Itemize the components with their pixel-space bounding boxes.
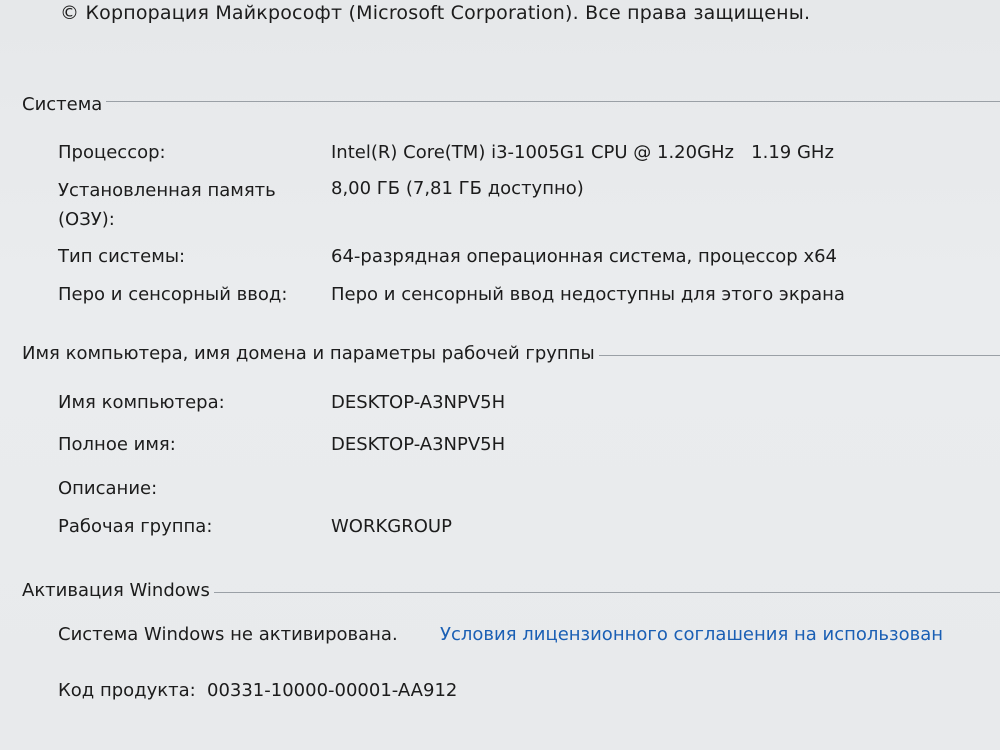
computer-section-header: Имя компьютера, имя домена и параметры р… [22, 343, 1000, 364]
system-type-label: Тип системы: [58, 246, 186, 267]
section-divider [106, 101, 1000, 102]
activation-section-header: Активация Windows [22, 580, 1000, 601]
memory-label: Установленная память (ОЗУ): [58, 176, 276, 234]
copyright-text: © Корпорация Майкрософт (Microsoft Corpo… [60, 2, 811, 24]
processor-label: Процессор: [58, 142, 166, 163]
full-name-value: DESKTOP-A3NPV5H [331, 434, 506, 455]
pen-touch-label: Перо и сенсорный ввод: [58, 284, 288, 305]
pen-touch-value: Перо и сенсорный ввод недоступны для это… [331, 284, 845, 305]
memory-label-line2: (ОЗУ): [58, 209, 115, 230]
activation-status-text: Система Windows не активирована. [58, 624, 398, 645]
section-title-activation: Активация Windows [22, 580, 210, 601]
full-name-label: Полное имя: [58, 434, 176, 455]
computer-name-value: DESKTOP-A3NPV5H [331, 392, 506, 413]
system-type-value: 64-разрядная операционная система, проце… [331, 246, 838, 267]
computer-name-label: Имя компьютера: [58, 392, 225, 413]
processor-value: Intel(R) Core(TM) i3-1005G1 CPU @ 1.20GH… [331, 142, 834, 163]
workgroup-label: Рабочая группа: [58, 516, 213, 537]
workgroup-value: WORKGROUP [331, 516, 452, 537]
section-title-system: Система [22, 94, 103, 115]
license-terms-link[interactable]: Условия лицензионного соглашения на испо… [440, 622, 943, 648]
section-divider [213, 591, 1000, 593]
product-key-value: 00331-10000-00001-AA912 [207, 680, 458, 701]
section-title-computer: Имя компьютера, имя домена и параметры р… [22, 343, 595, 364]
section-divider [598, 354, 1000, 356]
description-label: Описание: [58, 478, 158, 499]
memory-value: 8,00 ГБ (7,81 ГБ доступно) [331, 178, 584, 199]
product-key-label: Код продукта: [58, 680, 196, 701]
system-section-header: Система [22, 94, 1000, 115]
memory-label-line1: Установленная память [58, 180, 276, 201]
